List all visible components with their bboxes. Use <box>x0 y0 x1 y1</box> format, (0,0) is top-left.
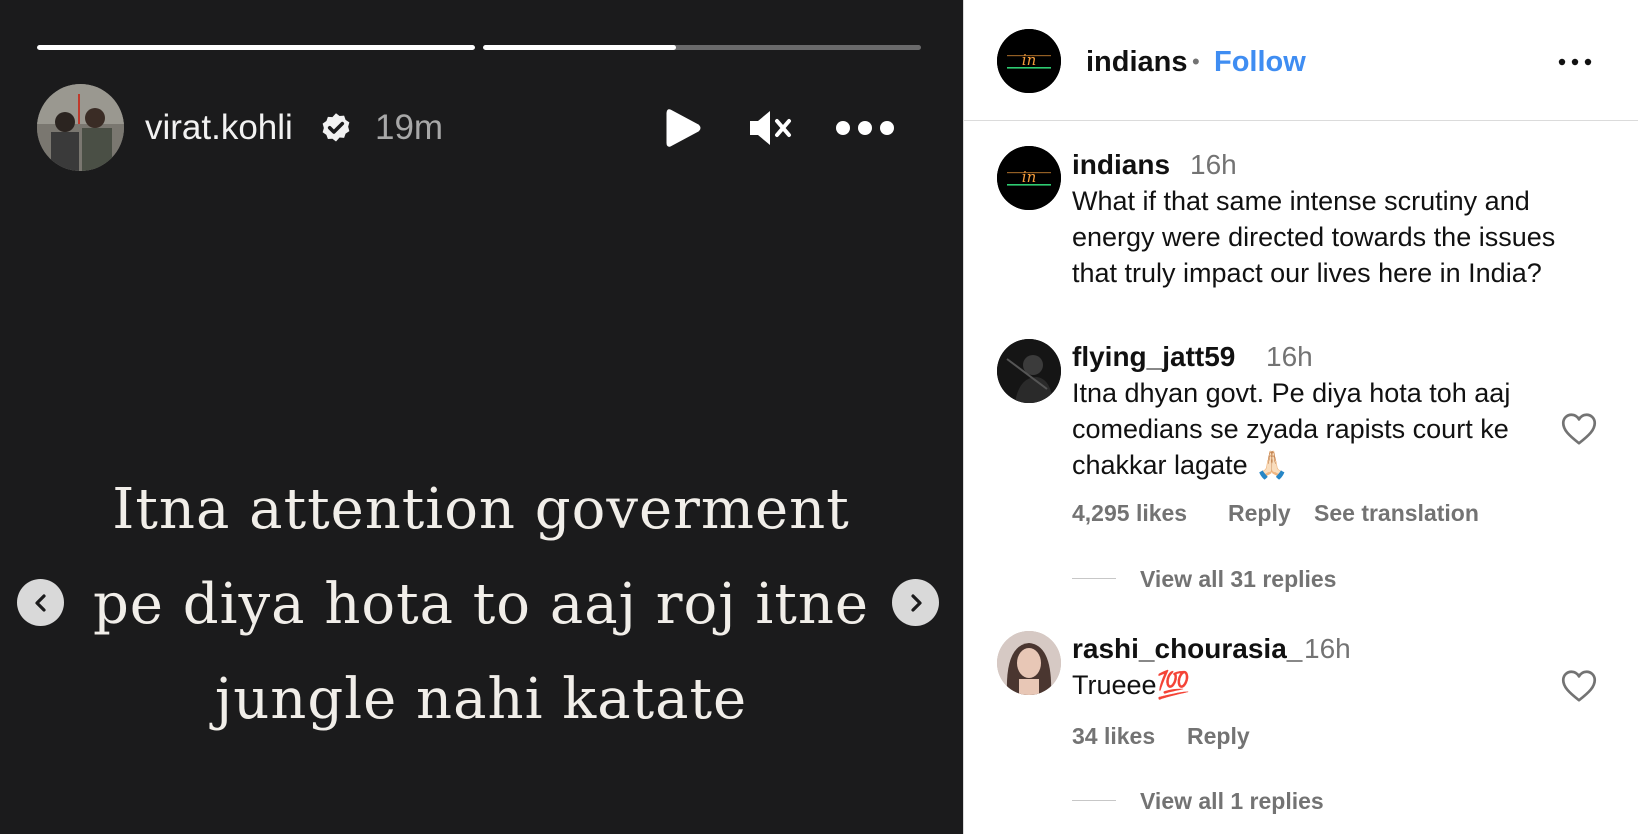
svg-text:in: in <box>1022 51 1036 69</box>
next-story-button[interactable] <box>892 579 939 626</box>
story-caption-line: Itna attention goverment <box>112 477 850 542</box>
comments-panel: in . indians • Follow in indians 16h Wha… <box>963 0 1638 834</box>
view-replies-button[interactable]: View all 1 replies <box>1140 786 1324 816</box>
comment-line: energy were directed towards the issues <box>1072 222 1556 252</box>
comment-text: What if that same intense scrutiny and e… <box>1072 183 1572 291</box>
play-icon <box>666 109 701 147</box>
commenter-avatar[interactable] <box>997 631 1061 695</box>
comment-likes-count[interactable]: 4,295 likes <box>1072 498 1187 528</box>
comment-line: comedians se zyada rapists court ke <box>1072 414 1509 444</box>
comment-likes-count[interactable]: 34 likes <box>1072 721 1155 751</box>
chevron-left-icon <box>34 593 46 612</box>
replies-divider <box>1072 800 1116 801</box>
story-caption-line: pe diya hota to aaj roj itne <box>92 572 870 637</box>
comment-timestamp: 16h <box>1190 149 1237 180</box>
story-progress-bar-2 <box>483 45 921 50</box>
comment-timestamp: 16h <box>1266 341 1313 372</box>
comment-line: Trueee💯 <box>1072 670 1191 700</box>
story-caption-text: Itna attention goverment pe diya hota to… <box>60 462 902 747</box>
comment-text: Itna dhyan govt. Pe diya hota toh aaj co… <box>1072 375 1572 483</box>
comment-username[interactable]: flying_jatt59 <box>1072 339 1235 375</box>
play-button[interactable] <box>660 104 706 152</box>
post-options-button[interactable] <box>1554 44 1596 80</box>
comment-line: Itna dhyan govt. Pe diya hota toh aaj <box>1072 378 1511 408</box>
story-author-avatar[interactable] <box>37 84 124 171</box>
chevron-right-icon <box>910 593 922 612</box>
like-heart-icon[interactable] <box>1561 412 1597 446</box>
comment-username[interactable]: indians <box>1072 147 1170 183</box>
story-progress-bar-1 <box>37 45 475 50</box>
comment-line: that truly impact our lives here in Indi… <box>1072 258 1542 288</box>
commenter-avatar[interactable]: in <box>997 146 1061 210</box>
indians-logo: in . <box>997 29 1061 93</box>
follow-button[interactable]: Follow <box>1214 44 1306 80</box>
comment-timestamp: 16h <box>1304 633 1351 664</box>
reply-button[interactable]: Reply <box>1228 498 1291 528</box>
comment-text: Trueee💯 <box>1072 667 1572 703</box>
story-more-button[interactable] <box>832 104 898 152</box>
commenter-avatar[interactable] <box>997 339 1061 403</box>
comment-username[interactable]: rashi_chourasia_ <box>1072 631 1302 667</box>
post-header: in . indians • Follow <box>964 0 1638 121</box>
story-caption-line: jungle nahi katate <box>214 667 748 732</box>
story-timestamp: 19m <box>375 108 444 147</box>
account-avatar[interactable]: in . <box>997 29 1061 93</box>
view-replies-button[interactable]: View all 31 replies <box>1140 564 1336 594</box>
comment-line: What if that same intense scrutiny and <box>1072 186 1530 216</box>
mute-toggle-button[interactable] <box>744 104 796 152</box>
verified-badge-icon <box>322 113 350 142</box>
indians-logo: in <box>997 146 1061 210</box>
story-username[interactable]: virat.kohli <box>145 106 293 150</box>
previous-story-button[interactable] <box>17 579 64 626</box>
like-heart-icon[interactable] <box>1561 669 1597 703</box>
separator-dot: • <box>1192 49 1200 74</box>
see-translation-link[interactable]: See translation <box>1314 498 1479 528</box>
reply-button[interactable]: Reply <box>1187 721 1250 751</box>
replies-divider <box>1072 578 1116 579</box>
story-viewer: virat.kohli 19m Itna attention goverment… <box>0 0 963 834</box>
muted-speaker-icon <box>750 111 791 145</box>
post-account-name[interactable]: indians <box>1086 44 1188 80</box>
more-horizontal-icon <box>1558 58 1592 66</box>
more-horizontal-icon <box>836 121 894 135</box>
svg-text:in: in <box>1022 168 1036 186</box>
comment-line: chakkar lagate 🙏🏻 <box>1072 450 1289 480</box>
